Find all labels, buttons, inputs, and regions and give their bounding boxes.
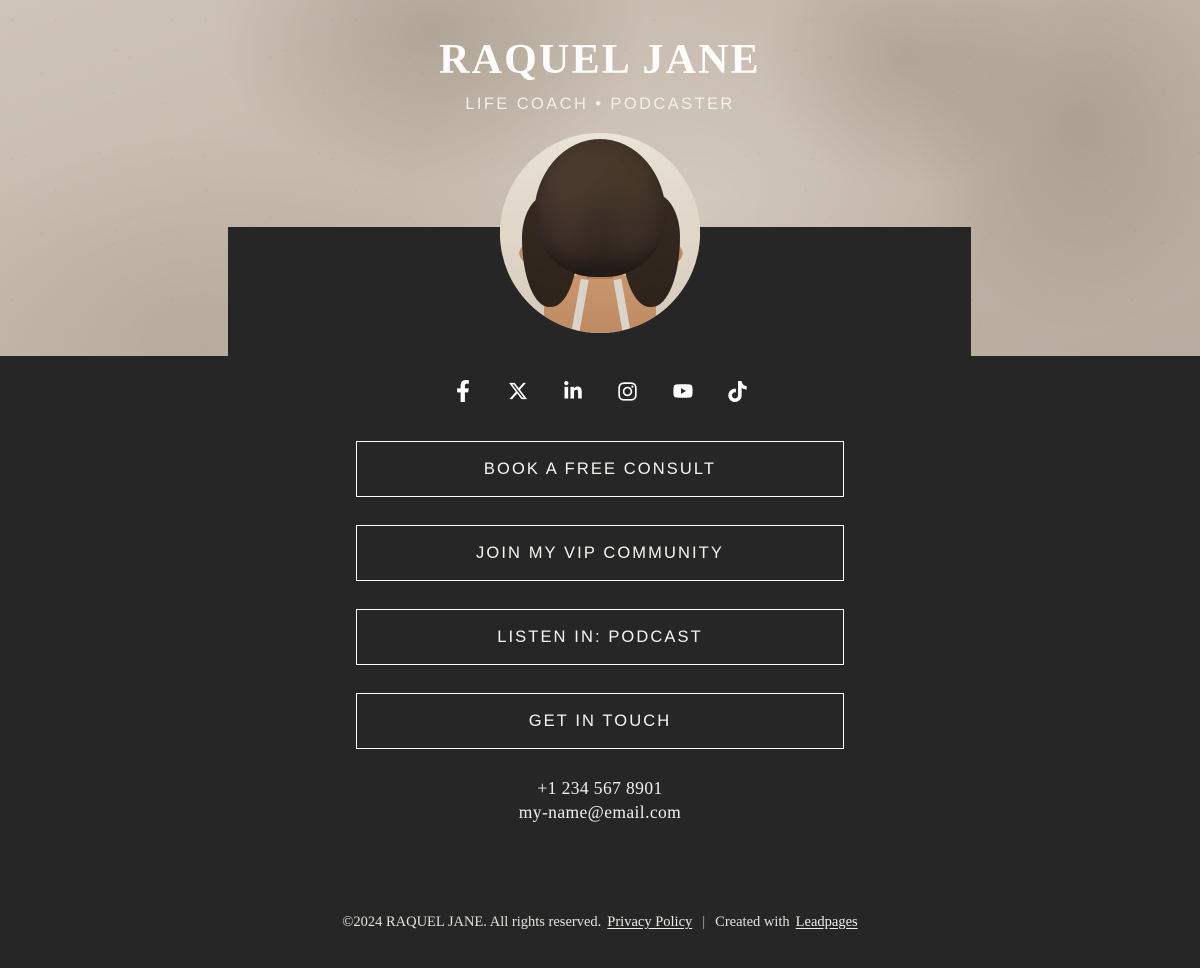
youtube-icon[interactable] xyxy=(668,374,698,408)
brand-header: RAQUEL JANE LIFE COACH • PODCASTER xyxy=(0,36,1200,114)
social-links xyxy=(0,374,1200,408)
copyright-text: ©2024 RAQUEL JANE. All rights reserved. xyxy=(342,914,602,930)
cta-button-list: BOOK A FREE CONSULT JOIN MY VIP COMMUNIT… xyxy=(356,441,844,777)
join-vip-community-button[interactable]: JOIN MY VIP COMMUNITY xyxy=(356,525,844,581)
contact-details: +1 234 567 8901 my-name@email.com xyxy=(0,776,1200,824)
email-link[interactable]: my-name@email.com xyxy=(0,800,1200,824)
page-title: RAQUEL JANE xyxy=(439,37,761,83)
footer-separator: | xyxy=(702,914,706,930)
book-consult-button[interactable]: BOOK A FREE CONSULT xyxy=(356,441,844,497)
landing-page: RAQUEL JANE LIFE COACH • PODCASTER BOOK … xyxy=(0,0,1200,968)
privacy-policy-link[interactable]: Privacy Policy xyxy=(607,914,692,931)
tiktok-icon[interactable] xyxy=(723,374,753,408)
instagram-icon[interactable] xyxy=(613,374,643,408)
listen-podcast-button[interactable]: LISTEN IN: PODCAST xyxy=(356,609,844,665)
leadpages-link[interactable]: Leadpages xyxy=(796,914,858,931)
portrait-hair xyxy=(534,139,666,277)
facebook-icon[interactable] xyxy=(448,374,478,408)
get-in-touch-button[interactable]: GET IN TOUCH xyxy=(356,693,844,749)
linkedin-icon[interactable] xyxy=(558,374,588,408)
created-with-text: Created with xyxy=(715,914,790,930)
portrait-photo xyxy=(500,133,700,333)
avatar xyxy=(500,133,700,333)
phone-link[interactable]: +1 234 567 8901 xyxy=(0,776,1200,800)
footer: ©2024 RAQUEL JANE. All rights reserved. … xyxy=(0,914,1200,931)
x-twitter-icon[interactable] xyxy=(503,374,533,408)
brand-tagline: LIFE COACH • PODCASTER xyxy=(465,95,735,113)
